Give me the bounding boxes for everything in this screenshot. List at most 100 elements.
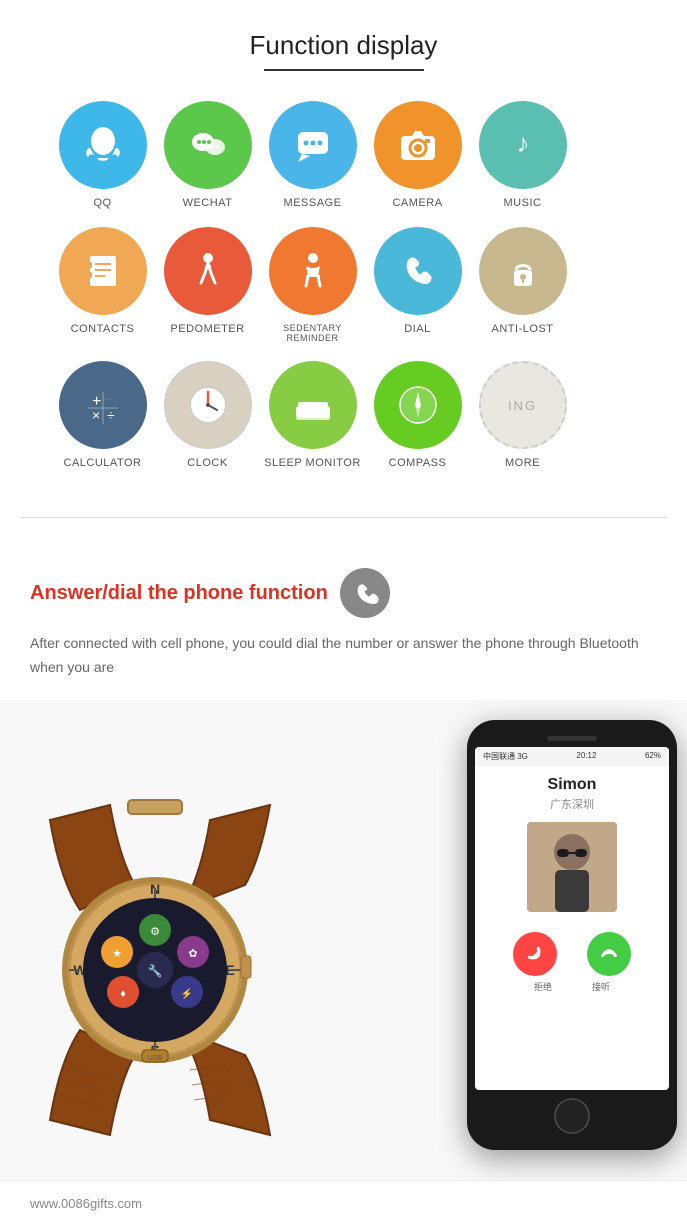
contacts-icon-circle	[59, 227, 147, 315]
clock-icon	[185, 382, 231, 428]
phone-illustration: 中国联通 3G 20:12 62% Simon 广东深圳	[467, 720, 677, 1150]
accept-label: 接听	[579, 980, 623, 993]
compass-label: COMPASS	[389, 457, 447, 469]
qq-icon	[80, 122, 126, 168]
icon-item-camera: CAMERA	[365, 101, 470, 209]
svg-text:🔧: 🔧	[148, 963, 163, 978]
camera-label: CAMERA	[392, 197, 442, 209]
dial-icon	[395, 248, 441, 294]
icon-item-dial: DIAL	[365, 227, 470, 343]
contacts-icon	[80, 248, 126, 294]
svg-text:♦: ♦	[120, 988, 126, 1000]
section-divider	[20, 517, 667, 518]
phone-speaker	[547, 736, 597, 741]
icon-item-calculator: + − × ÷ CALCULATOR	[50, 361, 155, 469]
phone-icon-circle	[340, 568, 390, 618]
footer: www.0086gifts.com	[0, 1180, 687, 1226]
pedometer-label: PEDOMETER	[170, 323, 244, 335]
icon-item-pedometer: PEDOMETER	[155, 227, 260, 343]
clock-label: CLOCK	[187, 457, 227, 469]
icon-item-sleep: SLEEP MONITOR	[260, 361, 365, 469]
icon-item-qq: QQ	[50, 101, 155, 209]
phone-description: After connected with cell phone, you cou…	[30, 632, 657, 680]
time-status: 20:12	[576, 751, 596, 762]
sedentary-icon	[290, 248, 336, 294]
function-display-section: Function display QQ	[0, 0, 687, 507]
watch-svg: N S W E 🔧 ⚙ ✿ ⚡ ♦	[0, 760, 340, 1160]
sleep-icon	[290, 382, 336, 428]
svg-text:✿: ✿	[188, 948, 197, 960]
accept-button[interactable]	[587, 932, 631, 976]
antilost-icon-circle	[479, 227, 567, 315]
more-label: MORE	[505, 457, 540, 469]
phone-section: Answer/dial the phone function After con…	[0, 548, 687, 680]
contacts-label: CONTACTS	[71, 323, 135, 335]
call-screen: Simon 广东深圳	[475, 766, 669, 1090]
wechat-icon-circle	[164, 101, 252, 189]
footer-url: www.0086gifts.com	[30, 1196, 142, 1211]
phone-frame: 中国联通 3G 20:12 62% Simon 广东深圳	[467, 720, 677, 1150]
svg-text:⚡: ⚡	[181, 987, 193, 1000]
pedometer-icon-circle	[164, 227, 252, 315]
more-text: ING	[508, 398, 537, 413]
sedentary-label: SEDENTARY REMINDER	[260, 323, 365, 343]
icon-item-more: ING MORE	[470, 361, 575, 469]
phone-screen: 中国联通 3G 20:12 62% Simon 广东深圳	[475, 747, 669, 1090]
svg-text:USB: USB	[148, 1055, 163, 1062]
wechat-label: WECHAT	[183, 197, 233, 209]
compass-icon	[395, 382, 441, 428]
wechat-icon	[185, 122, 231, 168]
camera-icon	[395, 122, 441, 168]
phone-title-row: Answer/dial the phone function	[30, 568, 657, 618]
section-title: Function display	[20, 30, 667, 61]
watch-illustration: N S W E 🔧 ⚙ ✿ ⚡ ♦	[0, 760, 340, 1160]
icon-item-compass: COMPASS	[365, 361, 470, 469]
svg-text:★: ★	[112, 948, 122, 960]
svg-text:♪: ♪	[516, 128, 529, 158]
antilost-icon	[500, 248, 546, 294]
qq-icon-circle	[59, 101, 147, 189]
compass-icon-circle	[374, 361, 462, 449]
phone-home-button[interactable]	[554, 1098, 590, 1134]
sedentary-icon-circle	[269, 227, 357, 315]
music-label: MUSIC	[504, 197, 542, 209]
sleep-label: SLEEP MONITOR	[264, 457, 361, 469]
svg-text:÷: ÷	[107, 407, 115, 423]
dial-label: DIAL	[404, 323, 430, 335]
camera-icon-circle	[374, 101, 462, 189]
svg-text:−: −	[106, 391, 114, 407]
music-icon: ♪	[500, 122, 546, 168]
music-icon-circle: ♪	[479, 101, 567, 189]
sleep-icon-circle	[269, 361, 357, 449]
icons-grid: QQ WECHAT	[20, 101, 667, 487]
phone-call-icon	[351, 579, 379, 607]
svg-text:×: ×	[92, 407, 100, 423]
dial-icon-circle	[374, 227, 462, 315]
phone-section-title: Answer/dial the phone function	[30, 582, 328, 605]
more-icon-circle: ING	[479, 361, 567, 449]
svg-text:⚙: ⚙	[150, 926, 160, 938]
pedometer-icon	[185, 248, 231, 294]
message-icon-circle	[269, 101, 357, 189]
calculator-label: CALCULATOR	[64, 457, 142, 469]
product-image-area: N S W E 🔧 ⚙ ✿ ⚡ ♦	[0, 700, 687, 1180]
call-btn-labels: 拒绝 接听	[521, 980, 623, 993]
caller-name: Simon	[548, 776, 597, 794]
icon-item-music: ♪ MUSIC	[470, 101, 575, 209]
icon-item-message: MESSAGE	[260, 101, 365, 209]
decline-label: 拒绝	[521, 980, 565, 993]
clock-icon-circle	[164, 361, 252, 449]
calculator-icon-circle: + − × ÷	[59, 361, 147, 449]
message-icon	[290, 122, 336, 168]
message-label: MESSAGE	[284, 197, 342, 209]
battery-status: 62%	[645, 751, 661, 762]
decline-button[interactable]	[513, 932, 557, 976]
icon-item-contacts: CONTACTS	[50, 227, 155, 343]
icon-item-clock: CLOCK	[155, 361, 260, 469]
calculator-icon: + − × ÷	[80, 382, 126, 428]
antilost-label: ANTI-LOST	[492, 323, 554, 335]
icon-item-antilost: ANTI-LOST	[470, 227, 575, 343]
icon-item-wechat: WECHAT	[155, 101, 260, 209]
caller-location: 广东深圳	[550, 796, 594, 812]
icon-item-sedentary: SEDENTARY REMINDER	[260, 227, 365, 343]
